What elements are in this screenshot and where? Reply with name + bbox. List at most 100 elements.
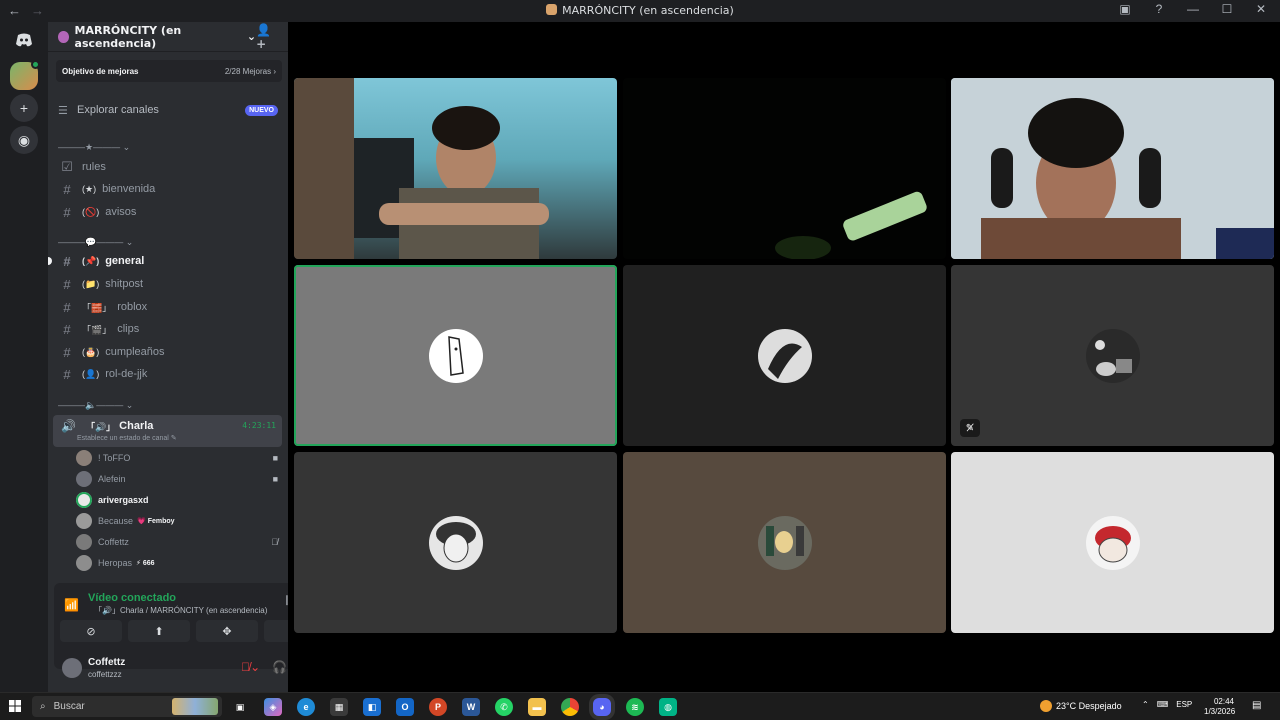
soundboard-button[interactable]: ✺ — [264, 620, 288, 642]
chevron-up-icon[interactable]: ⌃ — [1142, 700, 1149, 709]
participant-avatar — [1086, 516, 1140, 570]
video-tile-avatar[interactable]: ✎̸ — [951, 265, 1274, 446]
headphones-icon[interactable]: 🎧⌄ — [272, 660, 288, 674]
discover-icon[interactable]: ◉ — [10, 126, 38, 154]
category-header[interactable]: ———💬——— ⌄ — [58, 237, 133, 248]
discord-taskbar-icon[interactable]: ◕ — [593, 698, 611, 716]
add-server-icon[interactable]: + — [10, 94, 38, 122]
whatsapp-icon[interactable]: ✆ — [495, 698, 513, 716]
channel-clips[interactable]: # 「🎬」 clips — [54, 319, 282, 339]
webcam-feed — [623, 78, 946, 259]
channel-cumpleanos[interactable]: # (🎂) cumpleaños — [54, 342, 282, 362]
invite-icon[interactable]: 👤+ — [256, 23, 278, 51]
chevron-down-icon: ⌄ — [246, 30, 257, 43]
video-tile-avatar[interactable] — [951, 452, 1274, 633]
channel-roblox[interactable]: # 「🧱」 roblox — [54, 297, 282, 317]
channel-emoji: (📌) — [82, 255, 100, 266]
maximize-button[interactable]: ☐ — [1218, 2, 1236, 16]
notification-icon[interactable]: ▤ — [1252, 700, 1261, 711]
category-header[interactable]: ———🔈——— ⌄ — [58, 400, 133, 411]
voice-user-name: Heropas — [98, 558, 133, 568]
windows-start-icon[interactable] — [9, 700, 21, 712]
voice-user[interactable]: arivergasxd — [76, 491, 278, 509]
camera-icon: ■ — [272, 453, 278, 463]
camera-toggle-button[interactable]: ⊘ — [60, 620, 122, 642]
help-icon[interactable]: ? — [1150, 2, 1168, 16]
avatar — [76, 471, 92, 487]
task-view-icon[interactable]: ▣ — [231, 698, 249, 716]
muted-mic-icon: 🎙̸ — [271, 537, 278, 547]
voice-user[interactable]: Heropas ⚡ 666 — [76, 554, 278, 572]
store-icon[interactable]: ▦ — [330, 698, 348, 716]
weather-widget[interactable]: 23°C Despejado — [1040, 700, 1122, 712]
clock[interactable]: 02:44 1/3/2026 — [1204, 697, 1236, 717]
clock-date: 1/3/2026 — [1204, 707, 1236, 716]
avatar[interactable] — [62, 658, 82, 678]
channel-rules[interactable]: ☑ rules — [54, 157, 282, 177]
video-tile-camera[interactable] — [294, 78, 617, 259]
video-tile-camera[interactable] — [623, 78, 946, 259]
call-timer: 4:23:11 — [242, 421, 276, 430]
channel-label: roblox — [117, 301, 148, 313]
channel-emoji: (🎂) — [82, 346, 100, 357]
keyboard-icon[interactable]: ⌨ — [1157, 700, 1169, 709]
channel-avisos[interactable]: # (🚫) avisos — [54, 202, 282, 222]
channel-emoji: (📁) — [82, 278, 100, 289]
channel-shitpost[interactable]: # (📁) shitpost — [54, 274, 282, 294]
channel-rol-de-jjk[interactable]: # (👤) rol-de-jjk — [54, 364, 282, 384]
video-tile-avatar[interactable] — [623, 452, 946, 633]
connection-channel[interactable]: 「🔊」Charla / MARRÓNCITY (en ascendencia) — [94, 605, 267, 616]
explore-channels[interactable]: ☰ Explorar canales NUEVO — [58, 102, 278, 118]
word-icon[interactable]: W — [462, 698, 480, 716]
inbox-icon[interactable]: ▣ — [1116, 2, 1134, 16]
voice-user-name: ! ToFFO — [98, 453, 131, 463]
category-header[interactable]: ———★——— ⌄ — [58, 142, 130, 153]
user-handle: coffettzzz — [88, 670, 122, 679]
video-tile-camera[interactable] — [951, 78, 1274, 259]
webcam-feed — [951, 78, 1274, 259]
user-name: Coffettz — [88, 657, 126, 668]
video-tile-speaking[interactable] — [294, 265, 617, 446]
screen-share-button[interactable]: ⬆ — [128, 620, 190, 642]
taskbar-search[interactable]: ⌕ Buscar — [32, 696, 222, 717]
copilot-icon[interactable]: ◈ — [264, 698, 282, 716]
app-icon[interactable]: ◍ — [659, 698, 677, 716]
edge-icon[interactable]: e — [297, 698, 315, 716]
voice-channel-charla[interactable]: 🔊 「🔊」 Charla 4:23:11 Establece un estado… — [53, 415, 282, 447]
muted-mic-icon[interactable]: 🎙̸⌄ — [241, 660, 260, 674]
hash-icon: # — [63, 181, 71, 197]
user-tag: 💗 Femboy — [137, 518, 175, 525]
voice-user[interactable]: Alefein ■ — [76, 470, 278, 488]
close-button[interactable]: ✕ — [1252, 2, 1270, 16]
file-explorer-icon[interactable]: ▬ — [528, 698, 546, 716]
weather-sun-icon — [1040, 700, 1052, 712]
powerpoint-icon[interactable]: P — [429, 698, 447, 716]
participant-avatar — [758, 516, 812, 570]
discord-home-icon[interactable] — [10, 26, 38, 54]
voice-user-name: Because — [98, 516, 134, 526]
participant-avatar — [429, 516, 483, 570]
minimize-button[interactable]: — — [1184, 2, 1202, 16]
channel-emoji: 「🎬」 — [82, 324, 112, 335]
outlook-icon[interactable]: O — [396, 698, 414, 716]
channel-general[interactable]: # (📌) general — [48, 251, 282, 271]
todo-icon[interactable]: ◧ — [363, 698, 381, 716]
chrome-icon[interactable] — [561, 698, 579, 716]
server-header[interactable]: MARRÓNCITY (en ascendencia) ⌄ 👤+ — [48, 22, 288, 52]
window-controls: ▣ ? — ☐ ✕ — [1116, 2, 1270, 16]
input-language[interactable]: ESP — [1176, 700, 1192, 709]
user-tag: ⚡ 666 — [136, 560, 155, 567]
server-avatar[interactable] — [10, 60, 40, 90]
channel-status-hint[interactable]: Establece un estado de canal ✎ — [77, 434, 177, 442]
voice-user[interactable]: Coffettz 🎙̸ — [76, 533, 278, 551]
voice-user[interactable]: Because 💗 Femboy — [76, 512, 278, 530]
video-tile-avatar[interactable] — [623, 265, 946, 446]
activities-button[interactable]: ✥ — [196, 620, 258, 642]
webcam-feed — [294, 78, 549, 259]
video-tile-avatar[interactable] — [294, 452, 617, 633]
spotify-icon[interactable]: ≋ — [626, 698, 644, 716]
server-icon — [546, 4, 558, 15]
channel-bienvenida[interactable]: # (★) bienvenida — [54, 179, 282, 199]
boost-goal[interactable]: Objetivo de mejoras 2/28 Mejoras › — [56, 60, 282, 82]
voice-user[interactable]: ! ToFFO ■ — [76, 449, 278, 467]
